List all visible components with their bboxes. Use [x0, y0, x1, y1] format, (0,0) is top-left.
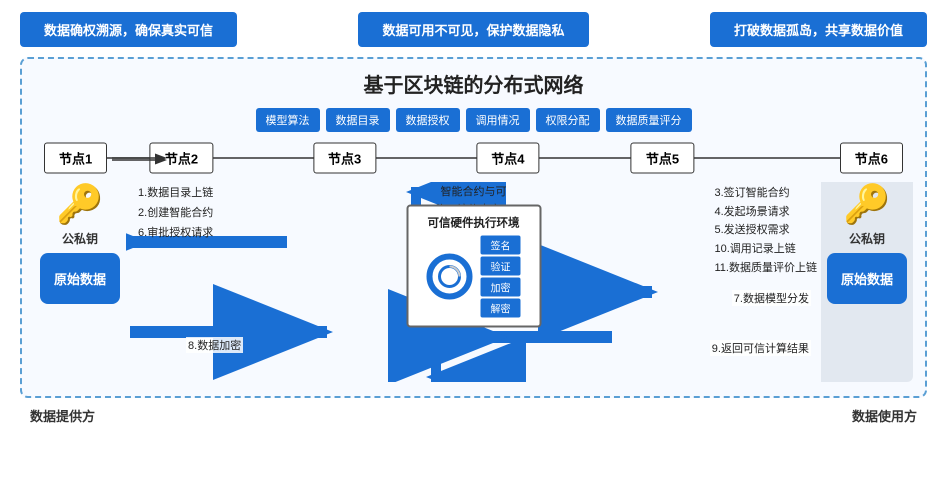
tag-1: 数据目录 — [326, 108, 390, 132]
banner-3: 打破数据孤岛，共享数据价值 — [710, 12, 927, 47]
top-banners: 数据确权溯源，确保真实可信 数据可用不可见，保护数据隐私 打破数据孤岛，共享数据… — [0, 0, 947, 57]
tee-ops: 签名 验证 加密 解密 — [481, 236, 521, 318]
bottom-section: 🔑 公私钥 原始数据 — [34, 182, 913, 382]
annotation-right: 3.签订智能合约 4.发起场景请求 5.发送授权需求 10.调用记录上链 11.… — [715, 184, 817, 277]
data-box-right: 原始数据 — [827, 253, 907, 304]
tag-5: 数据质量评分 — [606, 108, 692, 132]
tag-0: 模型算法 — [256, 108, 320, 132]
tag-3: 调用情况 — [466, 108, 530, 132]
node-4: 节点4 — [476, 143, 539, 174]
anno-top-center-0: 智能合约与可 — [435, 184, 512, 202]
banner-2: 数据可用不可见，保护数据隐私 — [358, 12, 588, 47]
tee-op-3: 解密 — [481, 299, 521, 318]
key-label-right: 公私钥 — [849, 230, 885, 247]
diagram-area: 基于区块链的分布式网络 模型算法 数据目录 数据授权 调用情况 权限分配 数据质… — [20, 57, 927, 398]
tee-inner: 签名 验证 加密 解密 — [427, 236, 521, 318]
node-5: 节点5 — [631, 143, 694, 174]
anno-right-0: 3.签订智能合约 — [715, 184, 817, 203]
anno-right-4: 11.数据质量评价上链 — [715, 259, 817, 278]
key-label-left: 公私钥 — [62, 230, 98, 247]
anno-left-1: 2.创建智能合约 — [138, 204, 213, 224]
provider-panel: 🔑 公私钥 原始数据 — [34, 182, 126, 382]
tee-box: 可信硬件执行环境 签名 验证 加密 解密 — [406, 205, 541, 328]
data-box-left: 原始数据 — [40, 253, 120, 304]
anno-right-3: 10.调用记录上链 — [715, 240, 817, 259]
tag-2: 数据授权 — [396, 108, 460, 132]
arrow-encrypt-label: 8.数据加密 — [186, 337, 243, 353]
key-icon-right: 🔑 — [843, 186, 890, 224]
user-label: 数据使用方 — [852, 406, 917, 425]
anno-left-0: 1.数据目录上链 — [138, 184, 213, 204]
tee-op-0: 签名 — [481, 236, 521, 255]
key-icon-left: 🔑 — [56, 186, 103, 224]
anno-right-2: 5.发送授权需求 — [715, 221, 817, 240]
tee-op-1: 验证 — [481, 257, 521, 276]
anno-right-1: 4.发起场景请求 — [715, 203, 817, 222]
arrow-result-label: 9.返回可信计算结果 — [710, 340, 811, 356]
anno-left-2: 6.审批授权请求 — [138, 224, 213, 244]
bottom-labels: 数据提供方 数据使用方 — [0, 402, 947, 425]
tag-row: 模型算法 数据目录 数据授权 调用情况 权限分配 数据质量评分 — [34, 108, 913, 132]
nodes-row: 节点1 节点2 节点3 节点4 节点5 节点6 — [44, 140, 903, 176]
provider-label: 数据提供方 — [30, 406, 95, 425]
node-3: 节点3 — [313, 143, 376, 174]
tag-4: 权限分配 — [536, 108, 600, 132]
arrow-model-label: 7.数据模型分发 — [732, 290, 811, 306]
middle-area: 1.数据目录上链 2.创建智能合约 6.审批授权请求 8.数据加密 可信硬件执行… — [126, 182, 821, 382]
node-1: 节点1 — [44, 143, 107, 174]
tee-icon — [427, 254, 473, 300]
user-panel: 🔑 公私钥 原始数据 — [821, 182, 913, 382]
diagram-title: 基于区块链的分布式网络 — [34, 69, 913, 98]
node-6: 节点6 — [840, 143, 903, 174]
tee-op-2: 加密 — [481, 278, 521, 297]
tee-title: 可信硬件执行环境 — [428, 215, 520, 231]
page-root: 数据确权溯源，确保真实可信 数据可用不可见，保护数据隐私 打破数据孤岛，共享数据… — [0, 0, 947, 500]
node-2: 节点2 — [150, 143, 213, 174]
banner-1: 数据确权溯源，确保真实可信 — [20, 12, 237, 47]
annotation-left: 1.数据目录上链 2.创建智能合约 6.审批授权请求 — [138, 184, 213, 243]
